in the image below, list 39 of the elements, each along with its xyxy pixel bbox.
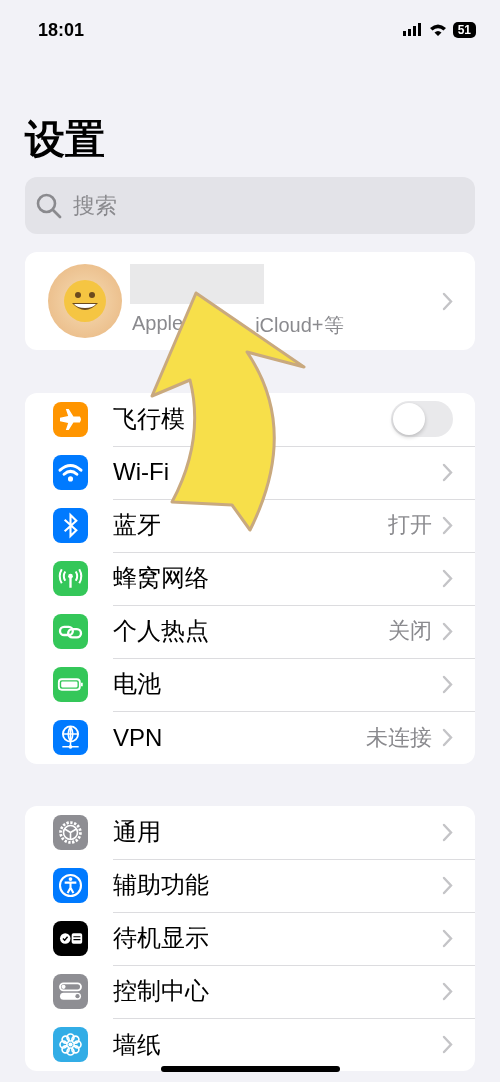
chevron-icon [442, 822, 453, 842]
search-icon [35, 191, 63, 220]
chevron-icon [442, 981, 453, 1001]
settings-row-label[interactable]: Wi-Fi [113, 458, 442, 486]
chevron-icon [442, 875, 453, 895]
status-time: 18:01 [38, 19, 85, 41]
search-field[interactable]: 搜索 [25, 177, 475, 234]
smiley-icon [63, 279, 107, 323]
wifi-icon [428, 23, 447, 37]
chevron-icon [442, 621, 453, 641]
search-input[interactable]: 搜索 [71, 176, 465, 235]
chevron-icon [442, 515, 453, 535]
chevron-icon [442, 1035, 453, 1054]
chevron-icon [442, 928, 453, 948]
row-value: 关闭 [388, 617, 432, 645]
account-subtitle: Apple [132, 311, 184, 336]
settings-row-label[interactable]: 电池 [113, 668, 442, 700]
signal-icon [402, 23, 423, 37]
settings-row-label[interactable]: 墙纸 [113, 1028, 442, 1061]
chevron-icon [442, 674, 453, 694]
chevron-icon [442, 291, 453, 311]
page-title: 设置 [25, 116, 106, 163]
account-subtitle: iCloud+等 [255, 312, 344, 338]
battery-level: 51 [452, 22, 476, 38]
settings-row-label[interactable]: VPN [113, 723, 366, 752]
settings-row-label[interactable]: 辅助功能 [113, 869, 442, 901]
settings-row-label[interactable]: 通用 [113, 816, 442, 848]
row-value: 打开 [388, 511, 432, 539]
settings-row-label[interactable]: 控制中心 [113, 975, 442, 1007]
toggle-switch[interactable] [391, 401, 453, 437]
settings-row-label[interactable]: 个人热点 [113, 615, 388, 647]
chevron-icon [442, 462, 453, 482]
chevron-icon [442, 728, 453, 747]
chevron-icon [442, 568, 453, 588]
settings-row-label[interactable]: 飞行模 [113, 403, 391, 435]
row-value: 未连接 [366, 723, 432, 752]
settings-row-label[interactable]: 蜂窝网络 [113, 562, 442, 594]
settings-row-label[interactable]: 待机显示 [113, 922, 442, 954]
settings-row-label[interactable]: 蓝牙 [113, 509, 388, 541]
